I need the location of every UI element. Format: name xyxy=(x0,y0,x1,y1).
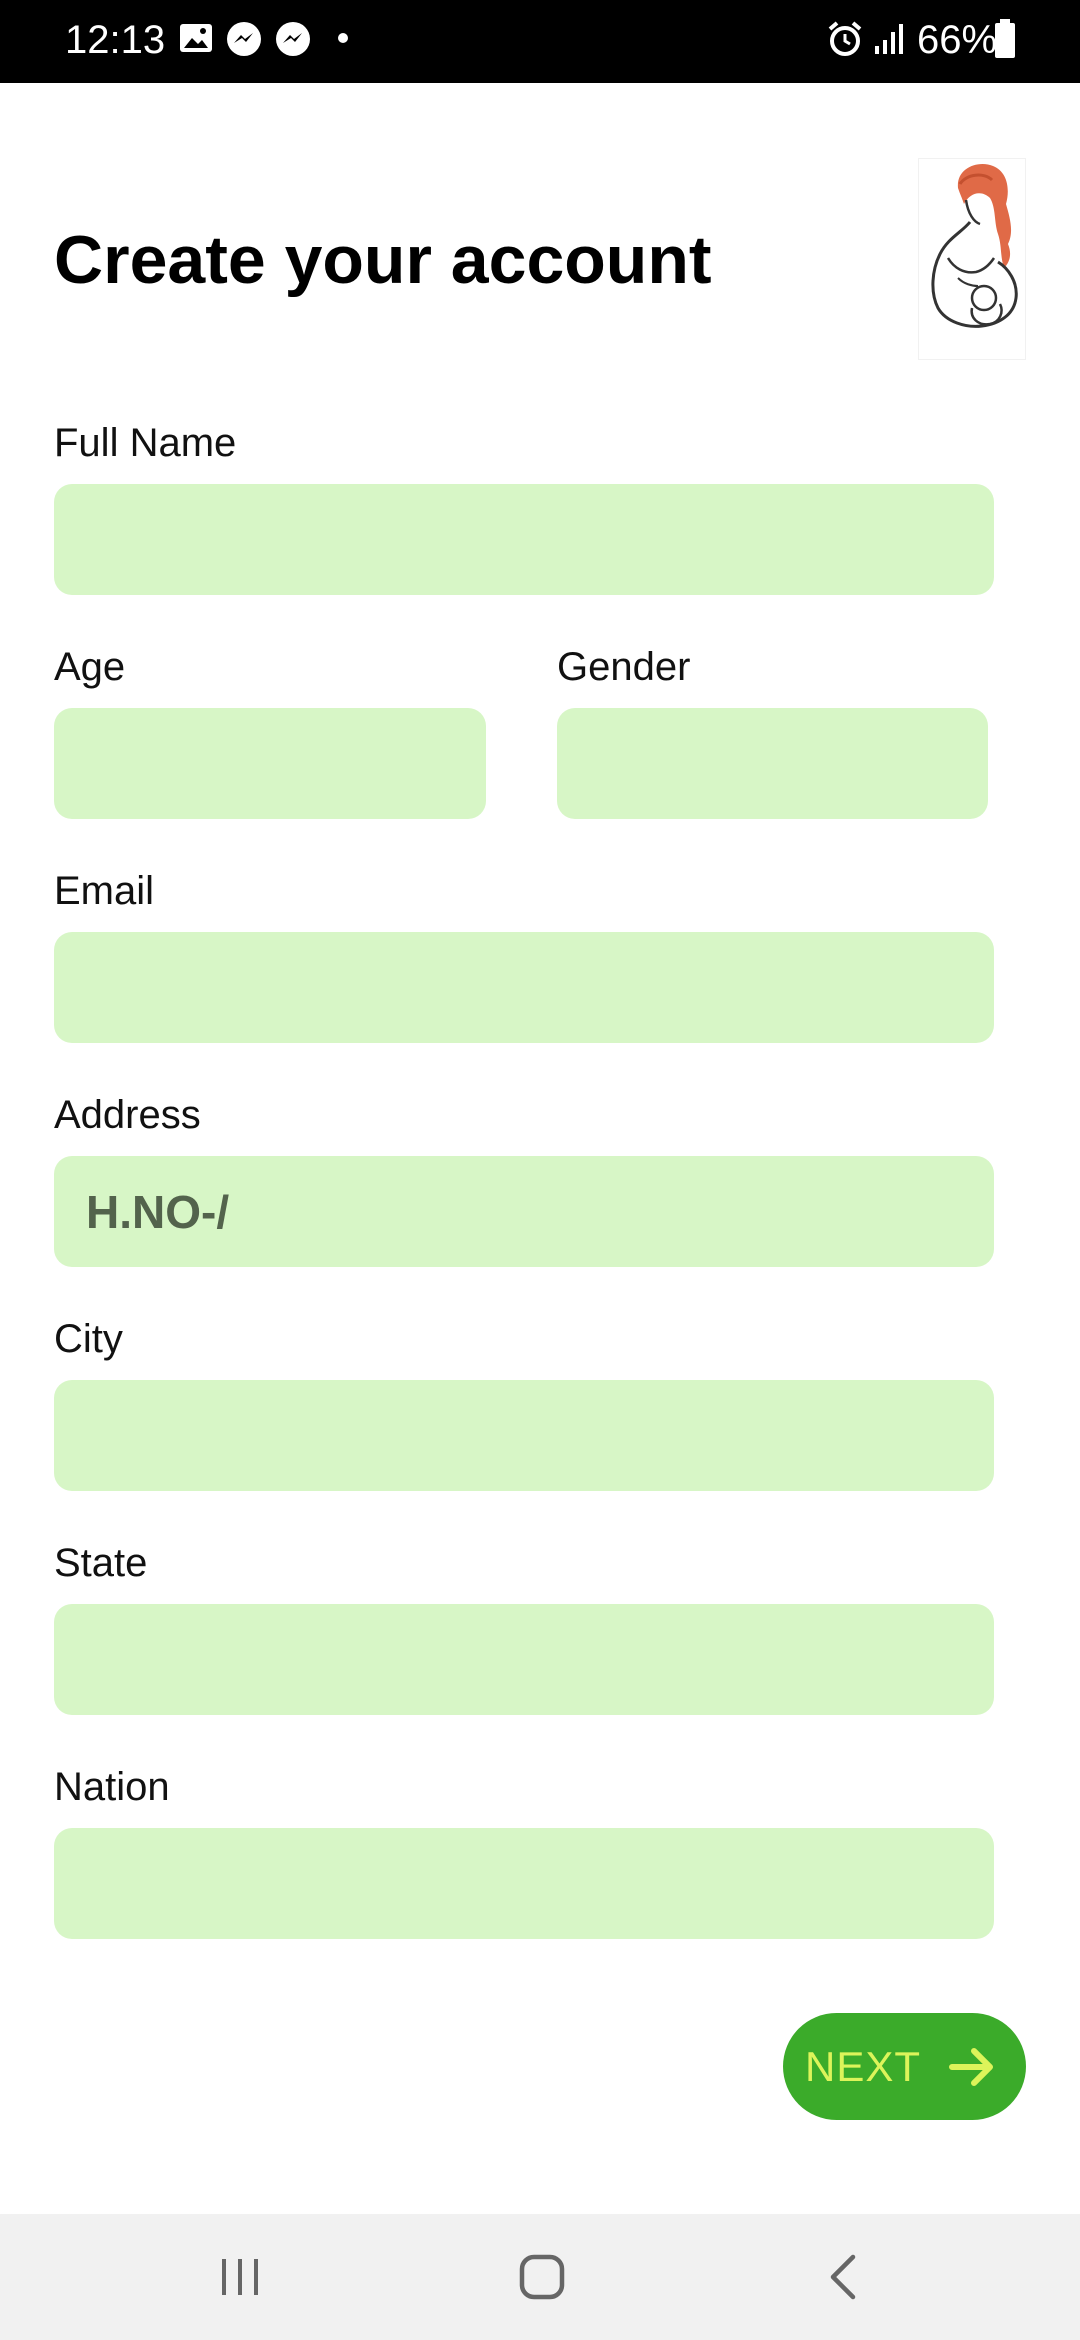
signal-icon xyxy=(875,24,903,54)
alarm-icon xyxy=(828,21,862,56)
messenger-icon xyxy=(227,22,261,56)
battery-icon xyxy=(995,19,1015,58)
status-bar: 12:13 66% xyxy=(0,0,1080,83)
navigation-bar xyxy=(0,2214,1080,2340)
age-input[interactable] xyxy=(54,708,486,819)
state-label: State xyxy=(54,1541,148,1585)
messenger-icon xyxy=(276,22,310,56)
recent-apps-icon[interactable] xyxy=(210,2247,270,2307)
email-input[interactable] xyxy=(54,932,994,1043)
arrow-right-icon xyxy=(949,2048,993,2086)
city-label: City xyxy=(54,1317,123,1361)
home-icon[interactable] xyxy=(512,2247,572,2307)
age-label: Age xyxy=(54,645,126,689)
status-time: 12:13 xyxy=(65,18,166,62)
dot-icon xyxy=(338,33,348,43)
city-input[interactable] xyxy=(54,1380,994,1491)
nation-label: Nation xyxy=(54,1765,170,1809)
state-input[interactable] xyxy=(54,1604,994,1715)
address-label: Address xyxy=(54,1093,201,1137)
email-label: Email xyxy=(54,869,155,913)
full-name-label: Full Name xyxy=(54,421,237,465)
next-button[interactable]: NEXT xyxy=(783,2013,1026,2120)
image-icon xyxy=(180,24,212,52)
gender-input[interactable] xyxy=(557,708,988,819)
page-title: Create your account xyxy=(54,222,712,298)
nation-input[interactable] xyxy=(54,1828,994,1939)
address-input[interactable] xyxy=(54,1156,994,1267)
full-name-input[interactable] xyxy=(54,484,994,595)
battery-percent: 66% xyxy=(917,18,998,62)
next-button-label: NEXT xyxy=(805,2042,922,2090)
back-icon[interactable] xyxy=(815,2247,875,2307)
pregnant-woman-logo-icon xyxy=(918,158,1026,360)
gender-label: Gender xyxy=(557,645,691,689)
